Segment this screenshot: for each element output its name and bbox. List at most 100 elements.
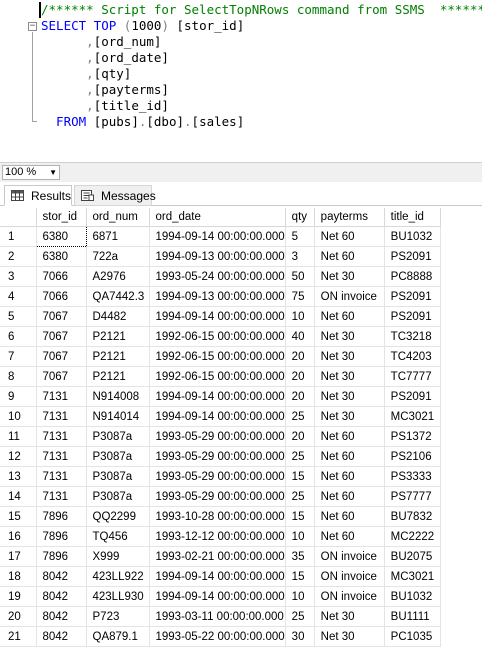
cell-ord-num[interactable]: P3087a	[86, 426, 150, 447]
cell-ord-num[interactable]: P3087a	[86, 486, 150, 507]
cell-ord-num[interactable]: 722a	[86, 246, 150, 267]
cell-stor-id[interactable]: 8042	[36, 586, 87, 607]
zoom-dropdown[interactable]: 100 % ▼	[2, 165, 60, 180]
cell-stor-id[interactable]: 7131	[36, 486, 87, 507]
row-number[interactable]: 13	[0, 466, 37, 487]
row-number[interactable]: 12	[0, 446, 37, 467]
table-row[interactable]: 12 7131 P3087a 1993-05-29 00:00:00.000 25 Net…	[0, 446, 441, 467]
cell-title-id[interactable]: PS2091	[384, 286, 441, 307]
table-row[interactable]: 11 7131 P3087a 1993-05-29 00:00:00.000 20 Net…	[0, 426, 441, 447]
table-row[interactable]: 9 7131 N914008 1994-09-14 00:00:00.000 20 Net…	[0, 386, 441, 407]
cell-qty[interactable]: 25	[285, 486, 315, 507]
table-row[interactable]: 14 7131 P3087a 1993-05-29 00:00:00.000 25 Net…	[0, 486, 441, 507]
cell-title-id[interactable]: MC3021	[384, 566, 441, 587]
cell-ord-date[interactable]: 1993-05-24 00:00:00.000	[149, 266, 286, 287]
table-row[interactable]: 6 7067 P2121 1992-06-15 00:00:00.000 40 Net 3…	[0, 326, 441, 347]
column-header-ord-date[interactable]: ord_date	[149, 208, 286, 227]
cell-ord-date[interactable]: 1992-06-15 00:00:00.000	[149, 366, 286, 387]
column-header-ord-num[interactable]: ord_num	[86, 208, 150, 227]
cell-ord-num[interactable]: P3087a	[86, 466, 150, 487]
column-header-title-id[interactable]: title_id	[384, 208, 441, 227]
cell-payterms[interactable]: Net 30	[314, 366, 385, 387]
cell-ord-date[interactable]: 1993-10-28 00:00:00.000	[149, 506, 286, 527]
collapse-toggle-icon[interactable]: −	[28, 22, 37, 31]
cell-qty[interactable]: 25	[285, 406, 315, 427]
cell-ord-num[interactable]: TQ456	[86, 526, 150, 547]
cell-ord-num[interactable]: A2976	[86, 266, 150, 287]
table-row[interactable]: 4 7066 QA7442.3 1994-09-13 00:00:00.000 75 ON…	[0, 286, 441, 307]
cell-payterms[interactable]: Net 60	[314, 426, 385, 447]
cell-title-id[interactable]: BU2075	[384, 546, 441, 567]
table-row[interactable]: 3 7066 A2976 1993-05-24 00:00:00.000 50 Net 3…	[0, 266, 441, 287]
cell-ord-date[interactable]: 1994-09-14 00:00:00.000	[149, 306, 286, 327]
cell-ord-num[interactable]: X999	[86, 546, 150, 567]
cell-payterms[interactable]: Net 30	[314, 406, 385, 427]
cell-stor-id[interactable]: 7066	[36, 266, 87, 287]
cell-ord-date[interactable]: 1992-06-15 00:00:00.000	[149, 326, 286, 347]
cell-title-id[interactable]: TC4203	[384, 346, 441, 367]
table-row[interactable]: 16 7896 TQ456 1993-12-12 00:00:00.000 10 Net …	[0, 526, 441, 547]
table-row[interactable]: 20 8042 P723 1993-03-11 00:00:00.000 25 Net 3…	[0, 606, 441, 627]
cell-title-id[interactable]: MC3021	[384, 406, 441, 427]
row-number[interactable]: 8	[0, 366, 37, 387]
cell-ord-num[interactable]: 423LL922	[86, 566, 150, 587]
cell-stor-id[interactable]: 7896	[36, 526, 87, 547]
cell-ord-date[interactable]: 1993-05-29 00:00:00.000	[149, 486, 286, 507]
cell-stor-id[interactable]: 7067	[36, 326, 87, 347]
row-number[interactable]: 4	[0, 286, 37, 307]
cell-stor-id[interactable]: 7131	[36, 446, 87, 467]
cell-title-id[interactable]: TC3218	[384, 326, 441, 347]
cell-qty[interactable]: 5	[285, 226, 315, 247]
tab-messages[interactable]: Messages	[74, 185, 156, 206]
cell-title-id[interactable]: PS3333	[384, 466, 441, 487]
cell-qty[interactable]: 40	[285, 326, 315, 347]
cell-qty[interactable]: 25	[285, 606, 315, 627]
cell-ord-num[interactable]: P2121	[86, 326, 150, 347]
row-header-corner[interactable]	[0, 208, 37, 227]
cell-payterms[interactable]: Net 30	[314, 606, 385, 627]
table-row[interactable]: 1 6380 6871 1994-09-14 00:00:00.000 5 Net 60 B…	[0, 226, 441, 247]
cell-ord-date[interactable]: 1994-09-14 00:00:00.000	[149, 406, 286, 427]
cell-payterms[interactable]: Net 60	[314, 226, 385, 247]
results-grid[interactable]: stor_id ord_num ord_date qty payterms title_i…	[0, 206, 482, 647]
row-number[interactable]: 16	[0, 526, 37, 547]
cell-title-id[interactable]: PS1372	[384, 426, 441, 447]
row-number[interactable]: 14	[0, 486, 37, 507]
cell-qty[interactable]: 75	[285, 286, 315, 307]
cell-qty[interactable]: 15	[285, 566, 315, 587]
cell-ord-num[interactable]: P2121	[86, 366, 150, 387]
cell-payterms[interactable]: Net 30	[314, 386, 385, 407]
table-row[interactable]: 19 8042 423LL930 1994-09-14 00:00:00.000 10 O…	[0, 586, 441, 607]
table-row[interactable]: 17 7896 X999 1993-02-21 00:00:00.000 35 ON in…	[0, 546, 441, 567]
column-header-payterms[interactable]: payterms	[314, 208, 385, 227]
cell-payterms[interactable]: Net 60	[314, 486, 385, 507]
cell-title-id[interactable]: BU1032	[384, 586, 441, 607]
row-number[interactable]: 7	[0, 346, 37, 367]
cell-qty[interactable]: 50	[285, 266, 315, 287]
row-number[interactable]: 5	[0, 306, 37, 327]
cell-qty[interactable]: 20	[285, 346, 315, 367]
cell-title-id[interactable]: PS7777	[384, 486, 441, 507]
cell-payterms[interactable]: ON invoice	[314, 286, 385, 307]
cell-qty[interactable]: 10	[285, 586, 315, 607]
cell-stor-id[interactable]: 7066	[36, 286, 87, 307]
cell-payterms[interactable]: Net 30	[314, 346, 385, 367]
cell-ord-date[interactable]: 1994-09-14 00:00:00.000	[149, 386, 286, 407]
cell-stor-id[interactable]: 6380	[35, 226, 87, 247]
row-number[interactable]: 18	[0, 566, 37, 587]
cell-stor-id[interactable]: 7067	[36, 346, 87, 367]
cell-stor-id[interactable]: 7067	[36, 306, 87, 327]
table-row[interactable]: 15 7896 QQ2299 1993-10-28 00:00:00.000 15 Net…	[0, 506, 441, 527]
cell-payterms[interactable]: ON invoice	[314, 586, 385, 607]
cell-ord-date[interactable]: 1993-03-11 00:00:00.000	[149, 606, 286, 627]
cell-stor-id[interactable]: 8042	[36, 606, 87, 627]
cell-ord-date[interactable]: 1992-06-15 00:00:00.000	[149, 346, 286, 367]
cell-payterms[interactable]: ON invoice	[314, 546, 385, 567]
table-row[interactable]: 8 7067 P2121 1992-06-15 00:00:00.000 20 Net 3…	[0, 366, 441, 387]
cell-qty[interactable]: 15	[285, 506, 315, 527]
cell-payterms[interactable]: Net 60	[314, 526, 385, 547]
cell-stor-id[interactable]: 7067	[36, 366, 87, 387]
cell-payterms[interactable]: Net 60	[314, 246, 385, 267]
table-row[interactable]: 2 6380 722a 1994-09-13 00:00:00.000 3 Net 60 P…	[0, 246, 441, 267]
cell-ord-num[interactable]: N914008	[86, 386, 150, 407]
